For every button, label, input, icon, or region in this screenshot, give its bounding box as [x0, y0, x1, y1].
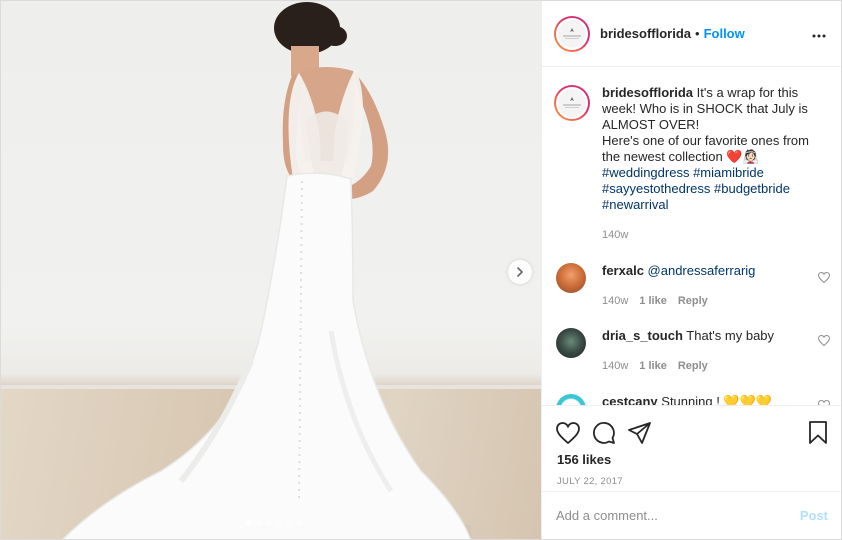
carousel-dot: [266, 520, 272, 526]
like-button[interactable]: [556, 422, 580, 444]
likes-count[interactable]: 156 likes: [542, 450, 841, 467]
carousel-dot: [276, 520, 282, 526]
author-username[interactable]: bridesofflorida: [600, 26, 691, 41]
commenter-avatar[interactable]: [556, 328, 586, 358]
paper-plane-icon: [628, 422, 651, 444]
author-avatar[interactable]: [554, 15, 590, 52]
comment-item: ferxalc @andressaferrarig 140w 1 like Re…: [542, 263, 841, 309]
comment-button[interactable]: [592, 421, 616, 445]
post-date[interactable]: July 22, 2017: [542, 467, 841, 487]
comment-item: cestcany Stunning ! 💛💛💛: [542, 394, 841, 405]
post-caption: bridesofflorida It's a wrap for this wee…: [542, 68, 841, 243]
brand-logo-icon: [563, 27, 581, 39]
comment-like-button[interactable]: [817, 271, 831, 286]
carousel-dot: [296, 520, 302, 526]
next-slide-button[interactable]: [508, 260, 532, 284]
carousel-dot: [286, 520, 292, 526]
comment-username[interactable]: cestcany: [602, 394, 658, 405]
comment-likes[interactable]: 1 like: [639, 293, 667, 309]
more-options-button[interactable]: [808, 22, 830, 45]
follow-button[interactable]: Follow: [704, 26, 745, 41]
commenter-avatar[interactable]: [556, 394, 586, 405]
caption-username[interactable]: bridesofflorida: [602, 85, 693, 100]
reply-button[interactable]: Reply: [678, 293, 708, 309]
instagram-post-modal: bridesofflorida • Follow bridesofflorida…: [0, 0, 842, 540]
hashtag-link[interactable]: #newarrival: [602, 197, 668, 212]
comment-input[interactable]: [556, 508, 800, 523]
brand-logo-icon: [563, 97, 581, 108]
comment-timestamp[interactable]: 140w: [602, 358, 628, 374]
comment-username[interactable]: dria_s_touch: [602, 328, 683, 343]
comment-username[interactable]: ferxalc: [602, 263, 644, 278]
post-actions: 156 likes July 22, 2017: [542, 405, 841, 499]
more-dots-icon: [812, 34, 826, 38]
heart-outline-icon: [817, 271, 831, 284]
bookmark-icon: [809, 421, 827, 444]
post-header: bridesofflorida • Follow: [542, 1, 841, 67]
heart-outline-icon: [556, 422, 580, 444]
heart-outline-icon: [817, 334, 831, 347]
hashtag-link[interactable]: #budgetbride: [714, 181, 790, 196]
hashtag-link[interactable]: #miamibride: [693, 165, 764, 180]
separator-dot: •: [695, 26, 700, 41]
chevron-right-icon: [517, 267, 524, 277]
comment-likes[interactable]: 1 like: [639, 358, 667, 374]
reply-button[interactable]: Reply: [678, 358, 708, 374]
share-button[interactable]: [628, 422, 652, 444]
comment-item: dria_s_touch That's my baby 140w 1 like …: [542, 328, 841, 374]
comment-text: That's my baby: [682, 328, 775, 343]
comment-timestamp[interactable]: 140w: [602, 293, 628, 309]
comment-mention[interactable]: @andressaferrarig: [648, 263, 756, 278]
add-comment-bar: Post: [542, 491, 841, 539]
caption-timestamp[interactable]: 140w: [602, 227, 818, 243]
carousel-dots: [246, 520, 302, 526]
comment-bubble-icon: [593, 422, 615, 444]
caption-line-2: Here's one of our favorite ones from the…: [602, 133, 809, 164]
caption-avatar[interactable]: [554, 85, 590, 121]
save-button[interactable]: [808, 421, 828, 445]
bride-in-dress-image: [61, 2, 472, 539]
hashtag-link[interactable]: #sayyestothedress: [602, 181, 710, 196]
post-side-panel: bridesofflorida • Follow bridesofflorida…: [541, 1, 841, 539]
carousel-dot: [246, 520, 252, 526]
hashtag-link[interactable]: #weddingdress: [602, 165, 689, 180]
post-comment-button[interactable]: Post: [800, 508, 828, 523]
comment-text: Stunning ! 💛💛💛: [657, 394, 772, 405]
comments-list[interactable]: bridesofflorida It's a wrap for this wee…: [542, 68, 841, 405]
caption-text: bridesofflorida It's a wrap for this wee…: [602, 85, 818, 243]
commenter-avatar[interactable]: [556, 263, 586, 293]
post-photo[interactable]: [1, 1, 541, 539]
carousel-dot: [256, 520, 262, 526]
comment-like-button[interactable]: [817, 334, 831, 349]
